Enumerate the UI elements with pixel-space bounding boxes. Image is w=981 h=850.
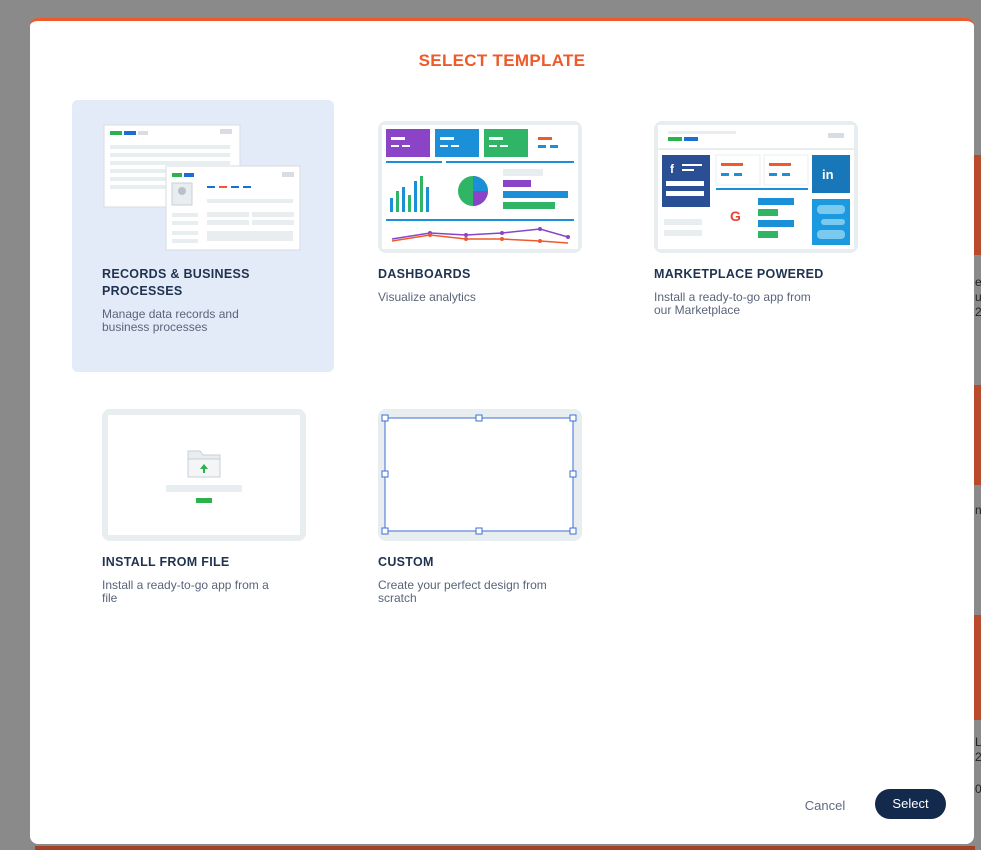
background-text-fragment: LC <box>975 735 981 749</box>
blank-canvas-illustration-icon <box>378 409 582 541</box>
background-text-fragment: 22 <box>975 750 981 764</box>
template-card-install-from-file[interactable]: INSTALL FROM FILE Install a ready-to-go … <box>72 388 334 660</box>
cancel-button[interactable]: Cancel <box>790 794 860 818</box>
template-title: MARKETPLACE POWERED <box>654 266 854 283</box>
select-template-modal: SELECT TEMPLATE RECORDS & BUSINESS PROCE… <box>30 18 974 844</box>
background-text-fragment: es <box>975 275 981 289</box>
background-text-fragment: ns <box>975 503 981 517</box>
template-title: INSTALL FROM FILE <box>102 554 302 571</box>
template-desc-line: Install a ready-to-go app from a <box>102 578 269 592</box>
template-title-line: INSTALL FROM FILE <box>102 555 230 569</box>
marketplace-illustration-icon: f in G <box>654 121 858 253</box>
linkedin-icon: in <box>822 167 834 182</box>
template-desc-line: Manage data records and <box>102 307 239 321</box>
template-desc-line: Install a ready-to-go app from <box>654 290 811 304</box>
background-card-strip <box>974 385 981 485</box>
template-title: CUSTOM <box>378 554 578 571</box>
template-card-marketplace[interactable]: f in G MARKETPLACE POWERED Install a rea… <box>624 100 886 372</box>
template-description: Visualize analytics <box>378 291 598 304</box>
template-desc-line: file <box>102 591 118 605</box>
template-title: RECORDS & BUSINESS PROCESSES <box>102 266 302 300</box>
google-icon: G <box>730 208 741 224</box>
template-title: DASHBOARDS <box>378 266 578 283</box>
template-desc-line: Visualize analytics <box>378 290 476 304</box>
template-title-line: MARKETPLACE POWERED <box>654 267 824 281</box>
template-title-line: CUSTOM <box>378 555 434 569</box>
modal-title: SELECT TEMPLATE <box>418 51 586 70</box>
select-button[interactable]: Select <box>875 789 946 819</box>
records-illustration-icon <box>102 121 306 253</box>
template-description: Create your perfect design from scratch <box>378 579 598 605</box>
dashboard-illustration-icon <box>378 121 582 253</box>
upload-folder-illustration-icon <box>102 409 306 541</box>
background-card-strip <box>974 155 981 255</box>
template-title-line: RECORDS & BUSINESS <box>102 267 250 281</box>
template-title-line: DASHBOARDS <box>378 267 471 281</box>
template-desc-line: our Marketplace <box>654 303 741 317</box>
template-description: Install a ready-to-go app from our Marke… <box>654 291 874 317</box>
template-card-custom[interactable]: CUSTOM Create your perfect design from s… <box>348 388 610 660</box>
template-title-line: PROCESSES <box>102 284 183 298</box>
template-description: Manage data records and business process… <box>102 308 322 334</box>
template-description: Install a ready-to-go app from a file <box>102 579 322 605</box>
background-bottom-strip <box>35 846 975 850</box>
background-card-strip <box>974 615 981 720</box>
background-text-fragment: ue <box>975 290 981 304</box>
template-desc-line: scratch <box>378 591 417 605</box>
template-desc-line: business processes <box>102 320 208 334</box>
template-desc-line: Create your perfect design from <box>378 578 547 592</box>
template-card-records[interactable]: RECORDS & BUSINESS PROCESSES Manage data… <box>72 100 334 372</box>
background-text-fragment: 22 <box>975 305 981 319</box>
background-text-fragment: 0 <box>975 782 981 796</box>
template-card-dashboards[interactable]: DASHBOARDS Visualize analytics <box>348 100 610 372</box>
